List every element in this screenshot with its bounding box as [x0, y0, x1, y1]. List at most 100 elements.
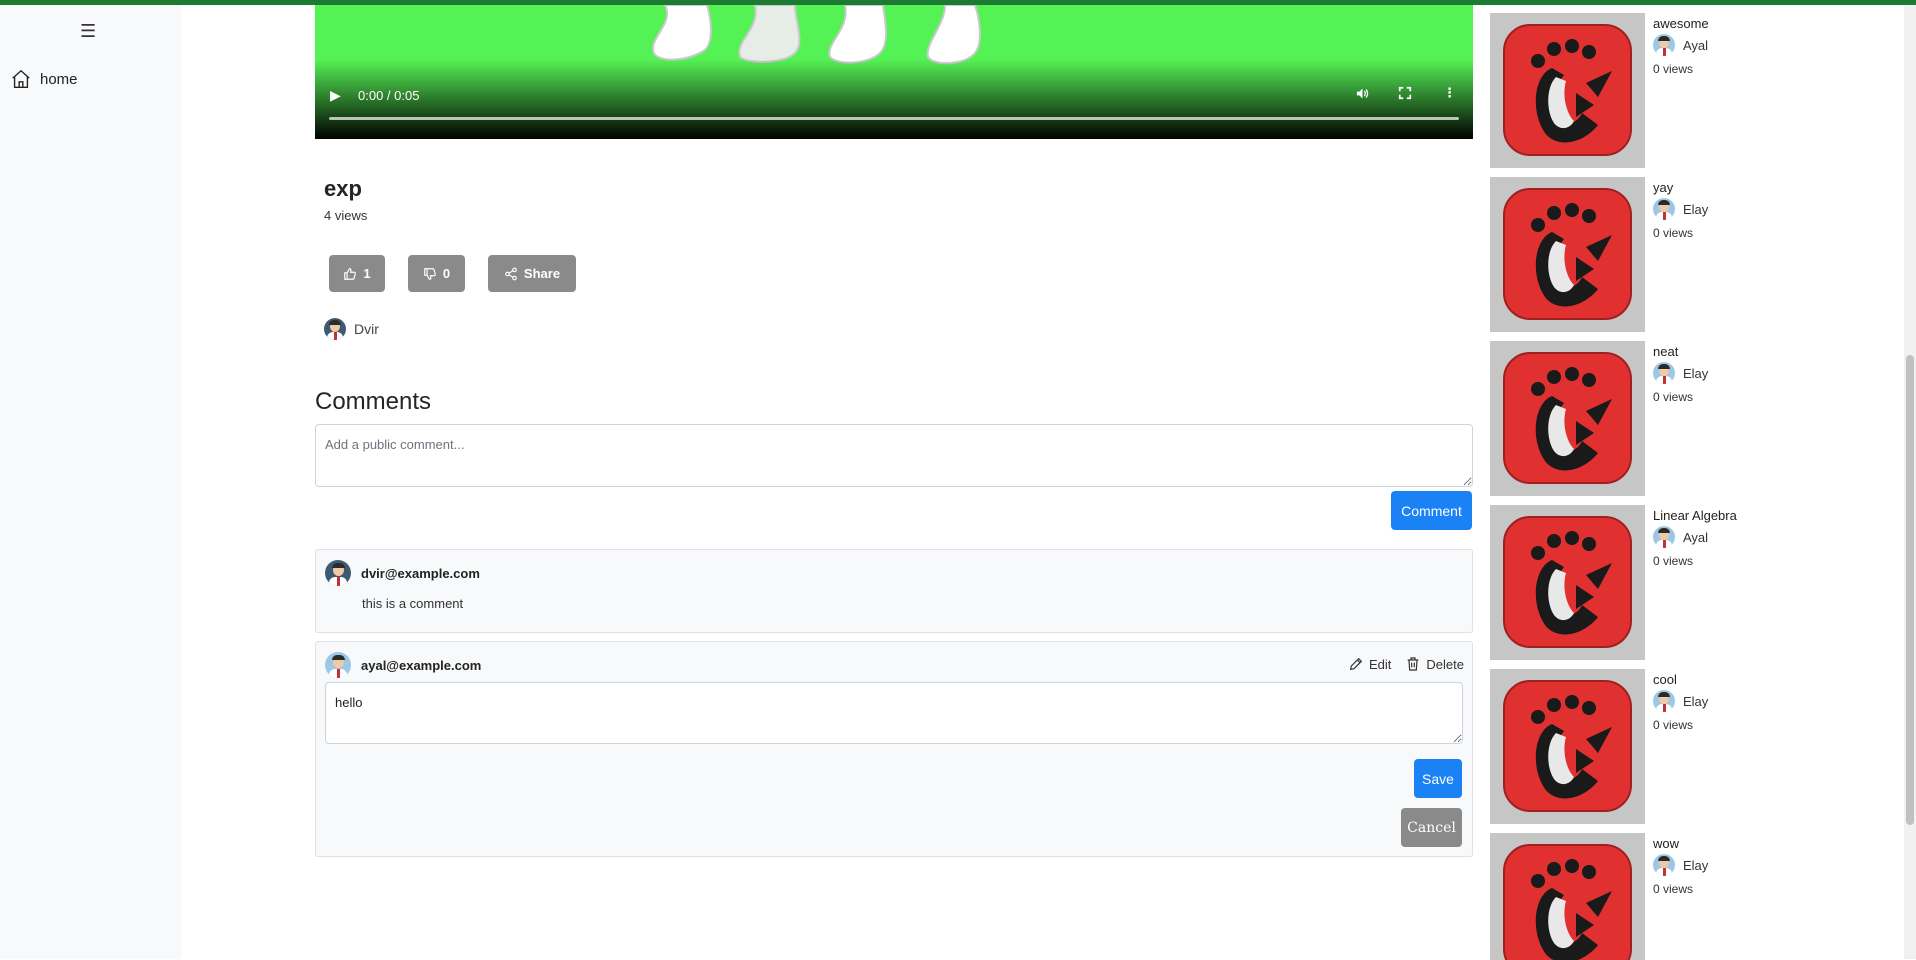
channel-name: Ayal	[1683, 37, 1709, 53]
fullscreen-icon[interactable]	[1398, 86, 1412, 103]
comment-tools: Edit Delete	[1348, 656, 1464, 672]
trash-icon	[1408, 657, 1419, 671]
delete-label: Delete	[1426, 656, 1464, 672]
avatar	[325, 560, 351, 586]
edit-comment-field[interactable]: hello	[325, 682, 1463, 744]
comment-author: dvir@example.com	[361, 565, 480, 581]
owner-name: Dvir	[354, 321, 379, 337]
related-video-channel: Elay	[1653, 854, 1708, 876]
related-video-title[interactable]: wow	[1653, 836, 1679, 851]
avatar	[324, 318, 346, 340]
comments-heading: Comments	[315, 388, 432, 415]
related-video-item[interactable]: wow Elay 0 views	[1490, 833, 1820, 960]
scrollbar[interactable]	[1904, 5, 1916, 959]
thumbs-down-icon	[424, 267, 436, 280]
related-video-title[interactable]: cool	[1653, 672, 1677, 687]
channel-name: Ayal	[1683, 529, 1709, 545]
comment-input[interactable]	[315, 424, 1473, 487]
channel-name: Elay	[1683, 201, 1709, 217]
video-thumbnail[interactable]	[1490, 505, 1645, 660]
comment-author: ayal@example.com	[361, 657, 482, 673]
avatar	[1653, 526, 1675, 548]
home-icon	[12, 69, 30, 88]
avatar	[1653, 854, 1675, 876]
comment-card-editing: ayal@example.com Edit Delete hello Save …	[315, 641, 1473, 857]
menu-icon[interactable]: ☰	[80, 21, 96, 42]
related-video-views: 0 views	[1653, 554, 1694, 568]
related-video-channel: Elay	[1653, 198, 1708, 220]
video-thumbnail[interactable]	[1490, 669, 1645, 824]
like-count: 1	[363, 266, 371, 281]
video-thumbnail[interactable]	[1490, 833, 1645, 960]
video-thumbnail-logo	[1503, 352, 1632, 484]
video-time: 0:00 / 0:05	[358, 88, 420, 103]
related-video-title[interactable]: awesome	[1653, 16, 1709, 31]
avatar	[1653, 198, 1675, 220]
dislike-count: 0	[442, 266, 451, 281]
channel-name: Elay	[1683, 857, 1709, 873]
dislike-button[interactable]: 0	[408, 255, 465, 292]
comment-header: ayal@example.com	[325, 652, 481, 678]
sidebar-item-home[interactable]: home	[10, 68, 78, 90]
related-video-item[interactable]: yay Elay 0 views	[1490, 177, 1820, 337]
video-thumbnail-logo	[1503, 844, 1632, 960]
related-video-channel: Ayal	[1653, 34, 1708, 56]
sidebar: ☰ home	[0, 5, 181, 959]
thumbs-up-icon	[344, 267, 357, 280]
related-video-title[interactable]: neat	[1653, 344, 1678, 359]
comment-card: dvir@example.com this is a comment	[315, 549, 1473, 633]
video-thumbnail-logo	[1503, 24, 1632, 156]
avatar	[1653, 34, 1675, 56]
related-video-title[interactable]: yay	[1653, 180, 1673, 195]
related-video-item[interactable]: awesome Ayal 0 views	[1490, 13, 1820, 173]
comment-text: this is a comment	[362, 596, 464, 611]
share-label: Share	[523, 266, 561, 281]
main-content: ▶ 0:00 / 0:05 ⋮ exp 4 views 1 0 Share Dv…	[315, 5, 1473, 857]
video-thumbnail[interactable]	[1490, 341, 1645, 496]
related-video-views: 0 views	[1653, 882, 1694, 896]
video-thumbnail[interactable]	[1490, 13, 1645, 168]
related-video-views: 0 views	[1653, 718, 1694, 732]
related-video-views: 0 views	[1653, 390, 1694, 404]
more-options-icon[interactable]: ⋮	[1443, 85, 1456, 101]
channel-name: Elay	[1683, 365, 1709, 381]
related-video-views: 0 views	[1653, 226, 1694, 240]
video-thumbnail-logo	[1503, 188, 1632, 320]
comment-header: dvir@example.com	[325, 560, 480, 586]
video-player[interactable]: ▶ 0:00 / 0:05 ⋮	[315, 5, 1473, 139]
related-video-channel: Elay	[1653, 362, 1708, 384]
play-icon[interactable]: ▶	[330, 87, 341, 104]
sidebar-item-label: home	[40, 70, 78, 88]
edit-button[interactable]: Edit	[1348, 656, 1391, 672]
avatar	[1653, 690, 1675, 712]
channel-name: Elay	[1683, 693, 1709, 709]
video-owner[interactable]: Dvir	[324, 318, 379, 340]
related-video-views: 0 views	[1653, 62, 1694, 76]
delete-button[interactable]: Delete	[1405, 656, 1464, 672]
video-thumbnail-logo	[1503, 680, 1632, 812]
video-title: exp	[324, 176, 362, 201]
edit-label: Edit	[1369, 656, 1392, 672]
video-views: 4 views	[324, 208, 368, 223]
comment-button[interactable]: Comment	[1391, 491, 1472, 530]
video-controls-overlay	[315, 59, 1473, 139]
share-button[interactable]: Share	[488, 255, 576, 292]
related-video-item[interactable]: cool Elay 0 views	[1490, 669, 1820, 829]
avatar	[1653, 362, 1675, 384]
save-button[interactable]: Save	[1414, 759, 1462, 798]
related-video-channel: Ayal	[1653, 526, 1708, 548]
video-thumbnail[interactable]	[1490, 177, 1645, 332]
like-button[interactable]: 1	[329, 255, 385, 292]
video-thumbnail-logo	[1503, 516, 1632, 648]
volume-icon[interactable]	[1355, 86, 1370, 104]
share-icon	[505, 267, 517, 280]
avatar	[325, 652, 351, 678]
pencil-icon	[1349, 657, 1363, 671]
video-progress-bar[interactable]	[329, 117, 1459, 120]
related-video-item[interactable]: neat Elay 0 views	[1490, 341, 1820, 501]
related-video-item[interactable]: Linear Algebra Ayal 0 views	[1490, 505, 1820, 665]
cancel-button[interactable]: Cancel	[1401, 808, 1462, 847]
related-video-title[interactable]: Linear Algebra	[1653, 508, 1737, 523]
scrollbar-thumb[interactable]	[1906, 355, 1914, 825]
related-video-channel: Elay	[1653, 690, 1708, 712]
